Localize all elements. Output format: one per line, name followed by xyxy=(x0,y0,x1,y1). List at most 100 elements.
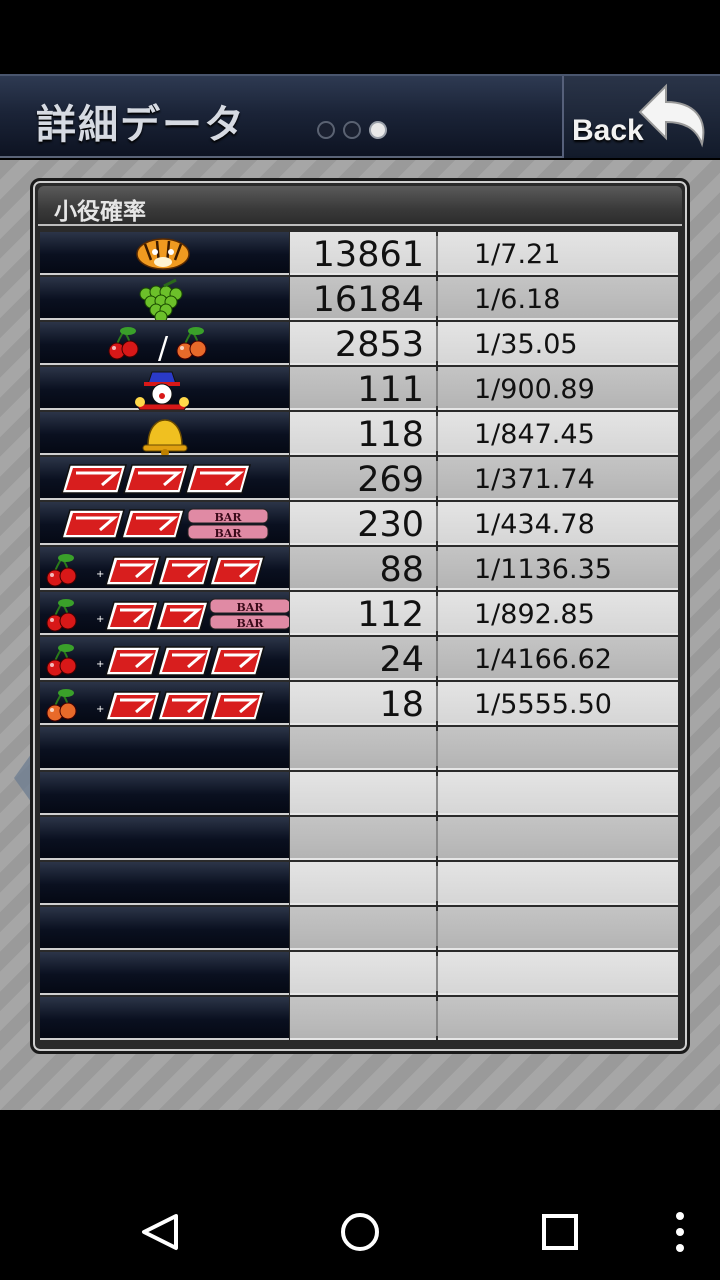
seven-seven-bar-icon: BAR BAR xyxy=(61,508,269,540)
count-cell: 230 xyxy=(290,502,436,545)
count-cell: 24 xyxy=(290,637,436,680)
page-dot-1 xyxy=(317,121,335,139)
table-row: BAR BAR 230 1/434.78 xyxy=(40,502,678,545)
back-button-label: Back xyxy=(572,114,644,147)
count-cell: 88 xyxy=(290,547,436,590)
table-row xyxy=(40,727,678,770)
panel-header: 小役確率 xyxy=(38,186,682,226)
svg-text:BAR: BAR xyxy=(237,601,265,614)
probability-cell: 1/892.85 xyxy=(438,592,678,635)
count-cell xyxy=(290,952,436,995)
probability-cell xyxy=(438,772,678,815)
table-row: 269 1/371.74 xyxy=(40,457,678,500)
svg-text:+: + xyxy=(96,569,104,580)
symbol-cell xyxy=(40,457,289,500)
svg-text:BAR: BAR xyxy=(215,527,243,540)
red-cherry-plus-triple-seven-icon: + xyxy=(46,644,265,677)
cherry-plus-seven-bar-icon: + BAR BAR xyxy=(46,598,289,632)
probability-cell xyxy=(438,817,678,860)
probability-cell: 1/5555.50 xyxy=(438,682,678,725)
nav-recents-button[interactable] xyxy=(500,1180,620,1280)
count-cell xyxy=(290,907,436,950)
count-cell: 111 xyxy=(290,367,436,410)
symbol-cell xyxy=(40,277,289,320)
table-row: 16184 1/6.18 xyxy=(40,277,678,320)
table-row xyxy=(40,907,678,950)
count-cell xyxy=(290,772,436,815)
table-row: 118 1/847.45 xyxy=(40,412,678,455)
table-row: + 18 1/5555.50 xyxy=(40,682,678,725)
count-cell xyxy=(290,817,436,860)
column-divider xyxy=(436,776,438,811)
column-divider xyxy=(436,326,438,361)
nav-menu-icon xyxy=(676,1212,684,1252)
symbol-cell: + xyxy=(40,547,289,590)
table-row: 13861 1/7.21 xyxy=(40,232,678,275)
column-divider xyxy=(436,866,438,901)
symbol-cell xyxy=(40,727,289,770)
symbol-cell: + BAR BAR xyxy=(40,592,289,635)
probability-cell: 1/4166.62 xyxy=(438,637,678,680)
column-divider xyxy=(436,506,438,541)
table-row: 111 1/900.89 xyxy=(40,367,678,410)
status-bar xyxy=(0,0,720,74)
count-cell: 2853 xyxy=(290,322,436,365)
table-row xyxy=(40,862,678,905)
column-divider xyxy=(436,911,438,946)
symbol-cell xyxy=(40,232,289,275)
triple-seven-icon xyxy=(61,464,251,494)
android-nav-bar xyxy=(0,1180,720,1280)
back-button[interactable]: Back xyxy=(562,76,720,158)
symbol-cell xyxy=(40,817,289,860)
column-divider xyxy=(436,641,438,676)
symbol-cell: + xyxy=(40,637,289,680)
column-divider xyxy=(436,371,438,406)
nav-home-button[interactable] xyxy=(300,1180,420,1280)
table-row xyxy=(40,997,678,1040)
count-cell xyxy=(290,727,436,770)
probability-cell: 1/434.78 xyxy=(438,502,678,545)
svg-text:+: + xyxy=(96,614,104,625)
nav-back-button[interactable] xyxy=(100,1180,220,1280)
svg-text:+: + xyxy=(96,704,104,715)
probability-cell xyxy=(438,727,678,770)
tiger-icon xyxy=(136,238,190,270)
count-cell xyxy=(290,997,436,1040)
svg-text:+: + xyxy=(96,659,104,670)
table-row xyxy=(40,952,678,995)
page-title: 詳細データ xyxy=(36,102,246,148)
probability-cell: 1/371.74 xyxy=(438,457,678,500)
column-divider xyxy=(436,461,438,496)
count-cell: 269 xyxy=(290,457,436,500)
column-divider xyxy=(436,1001,438,1036)
column-divider xyxy=(436,731,438,766)
symbol-cell xyxy=(40,907,289,950)
probability-cell xyxy=(438,862,678,905)
page-dot-3-active xyxy=(369,121,387,139)
column-divider xyxy=(436,821,438,856)
probability-cell: 1/6.18 xyxy=(438,277,678,320)
probability-cell: 1/7.21 xyxy=(438,232,678,275)
probability-cell: 1/1136.35 xyxy=(438,547,678,590)
page-indicator xyxy=(317,121,387,139)
nav-home-icon xyxy=(341,1213,379,1251)
column-divider xyxy=(436,551,438,586)
symbol-cell: + xyxy=(40,682,289,725)
symbol-cell: BAR BAR xyxy=(40,502,289,545)
panel-title: 小役確率 xyxy=(54,199,146,225)
table-row: + 24 1/4166.62 xyxy=(40,637,678,680)
count-cell: 112 xyxy=(290,592,436,635)
symbol-cell xyxy=(40,772,289,815)
clown-icon xyxy=(135,371,189,410)
symbol-cell xyxy=(40,367,289,410)
table-row: + BAR BAR 112 1/892.85 xyxy=(40,592,678,635)
symbol-cell xyxy=(40,862,289,905)
column-divider xyxy=(436,686,438,721)
page-dot-2 xyxy=(343,121,361,139)
nav-menu-button[interactable] xyxy=(620,1180,720,1280)
column-divider xyxy=(436,956,438,991)
orange-cherry-plus-triple-seven-icon: + xyxy=(46,689,265,722)
table-row: + 88 1/1136.35 xyxy=(40,547,678,590)
symbol-cell xyxy=(40,997,289,1040)
symbol-cell xyxy=(40,952,289,995)
